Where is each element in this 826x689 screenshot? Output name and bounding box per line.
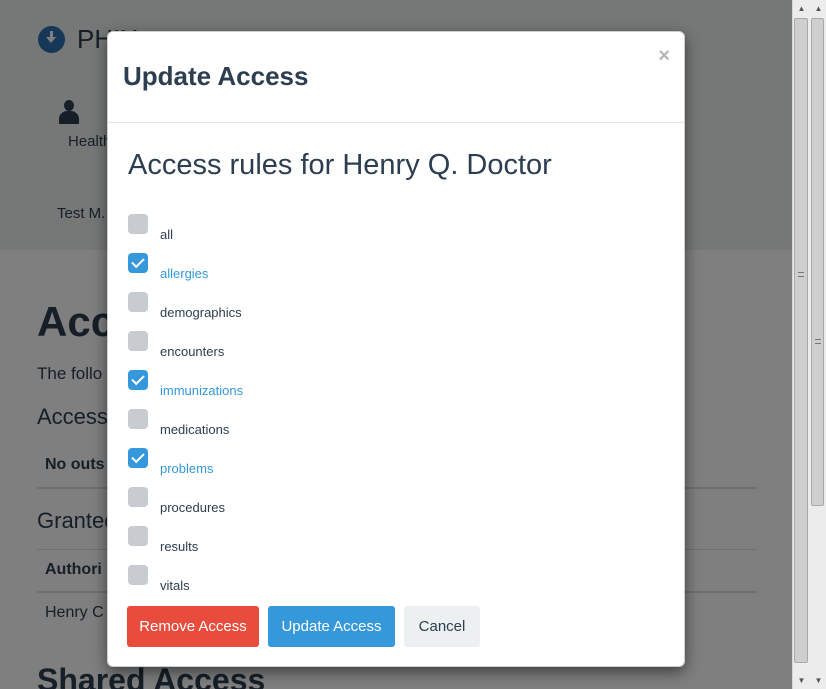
rule-label: vitals xyxy=(160,577,190,593)
checkbox[interactable] xyxy=(128,448,148,468)
rule-immunizations[interactable]: immunizations xyxy=(128,370,244,398)
scroll-up-arrow-icon-inner[interactable]: ▲ xyxy=(810,0,826,17)
scrollbar-thumb-inner[interactable] xyxy=(811,18,824,506)
rule-demographics[interactable]: demographics xyxy=(128,292,242,320)
remove-access-button[interactable]: Remove Access xyxy=(127,606,259,647)
rule-label: allergies xyxy=(160,265,209,281)
rule-medications[interactable]: medications xyxy=(128,409,230,437)
modal-header: Update Access × xyxy=(108,32,684,123)
checkbox[interactable] xyxy=(128,487,148,507)
rule-all[interactable]: all xyxy=(128,214,174,242)
scrollbar-thumb-outer[interactable] xyxy=(794,18,808,663)
checkbox[interactable] xyxy=(128,370,148,390)
rule-label: results xyxy=(160,538,199,554)
checkbox[interactable] xyxy=(128,526,148,546)
checkbox[interactable] xyxy=(128,292,148,312)
rule-label: demographics xyxy=(160,304,242,320)
rule-problems[interactable]: problems xyxy=(128,448,214,476)
rule-label: all xyxy=(160,226,174,242)
close-icon[interactable]: × xyxy=(658,45,670,68)
checkbox[interactable] xyxy=(128,253,148,273)
rule-label: procedures xyxy=(160,499,226,515)
modal-title: Update Access xyxy=(123,61,309,91)
rule-label: encounters xyxy=(160,343,225,359)
scroll-down-arrow-icon[interactable]: ▼ xyxy=(793,672,810,689)
rule-encounters[interactable]: encounters xyxy=(128,331,225,359)
update-access-button[interactable]: Update Access xyxy=(268,606,395,647)
rules-heading: Access rules for Henry Q. Doctor xyxy=(128,149,552,181)
scroll-down-arrow-icon-inner[interactable]: ▼ xyxy=(810,672,826,689)
rule-label: medications xyxy=(160,421,230,437)
update-access-modal: Update Access × Access rules for Henry Q… xyxy=(107,31,685,667)
rule-results[interactable]: results xyxy=(128,526,199,554)
scroll-up-arrow-icon[interactable]: ▲ xyxy=(793,0,810,17)
checkbox[interactable] xyxy=(128,331,148,351)
checkbox[interactable] xyxy=(128,214,148,234)
rule-vitals[interactable]: vitals xyxy=(128,565,190,593)
rule-procedures[interactable]: procedures xyxy=(128,487,226,515)
rule-allergies[interactable]: allergies xyxy=(128,253,209,281)
checkbox[interactable] xyxy=(128,565,148,585)
rule-label: problems xyxy=(160,460,214,476)
rule-label: immunizations xyxy=(160,382,244,398)
cancel-button[interactable]: Cancel xyxy=(404,606,480,647)
checkbox[interactable] xyxy=(128,409,148,429)
